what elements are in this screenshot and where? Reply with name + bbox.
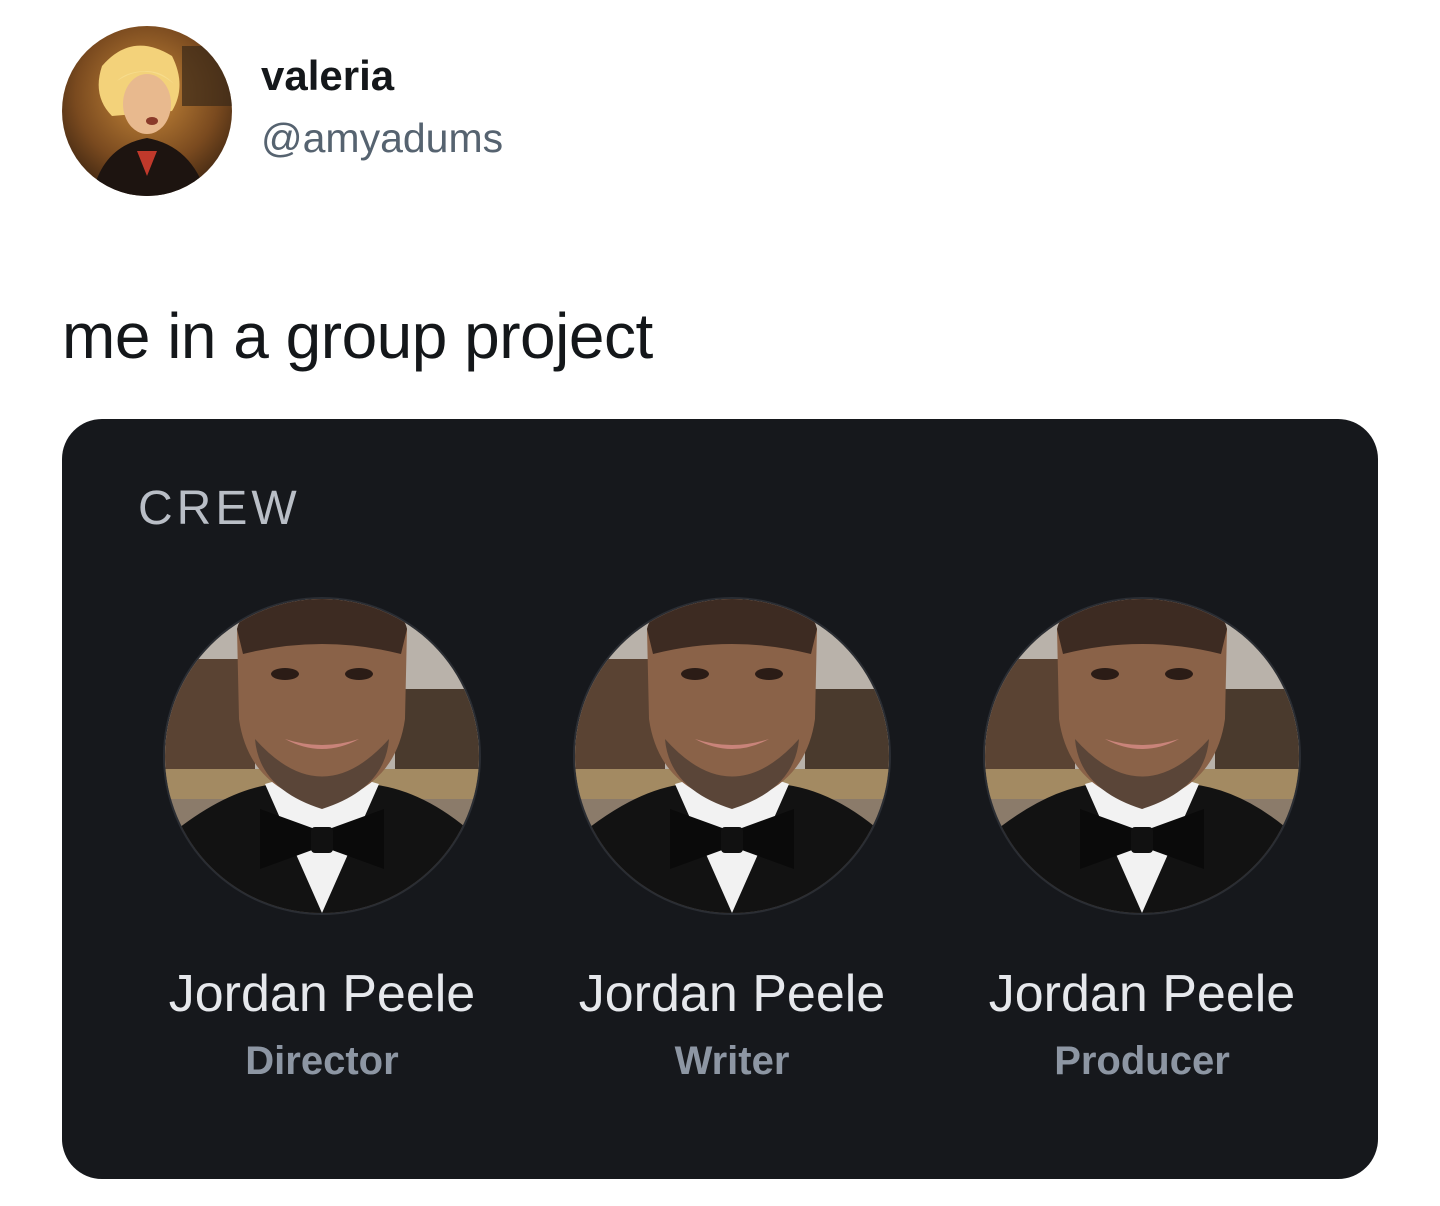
author-avatar[interactable] — [62, 26, 232, 196]
crew-member-director[interactable]: Jordan Peele Director — [122, 599, 522, 1119]
tweet-text: me in a group project — [62, 300, 653, 372]
crew-member-role: Writer — [674, 1039, 790, 1083]
author-display-name[interactable]: valeria — [261, 50, 394, 102]
crew-member-photo[interactable] — [165, 599, 479, 913]
crew-member-role: Director — [245, 1039, 399, 1083]
author-handle[interactable]: @amyadums — [261, 112, 503, 164]
headshot-photo-icon — [575, 599, 889, 913]
crew-member-role: Producer — [1054, 1039, 1230, 1083]
profile-photo-icon — [62, 26, 232, 196]
crew-member-photo[interactable] — [575, 599, 889, 913]
crew-member-producer[interactable]: Jordan Peele Producer — [942, 599, 1342, 1119]
crew-card: CREW Jordan Peele Director Jordan Peele … — [62, 419, 1378, 1179]
crew-member-writer[interactable]: Jordan Peele Writer — [532, 599, 932, 1119]
crew-heading: CREW — [138, 482, 301, 535]
crew-member-name[interactable]: Jordan Peele — [942, 963, 1342, 1025]
headshot-photo-icon — [985, 599, 1299, 913]
headshot-photo-icon — [165, 599, 479, 913]
crew-member-name[interactable]: Jordan Peele — [122, 963, 522, 1025]
crew-member-photo[interactable] — [985, 599, 1299, 913]
crew-member-name[interactable]: Jordan Peele — [532, 963, 932, 1025]
